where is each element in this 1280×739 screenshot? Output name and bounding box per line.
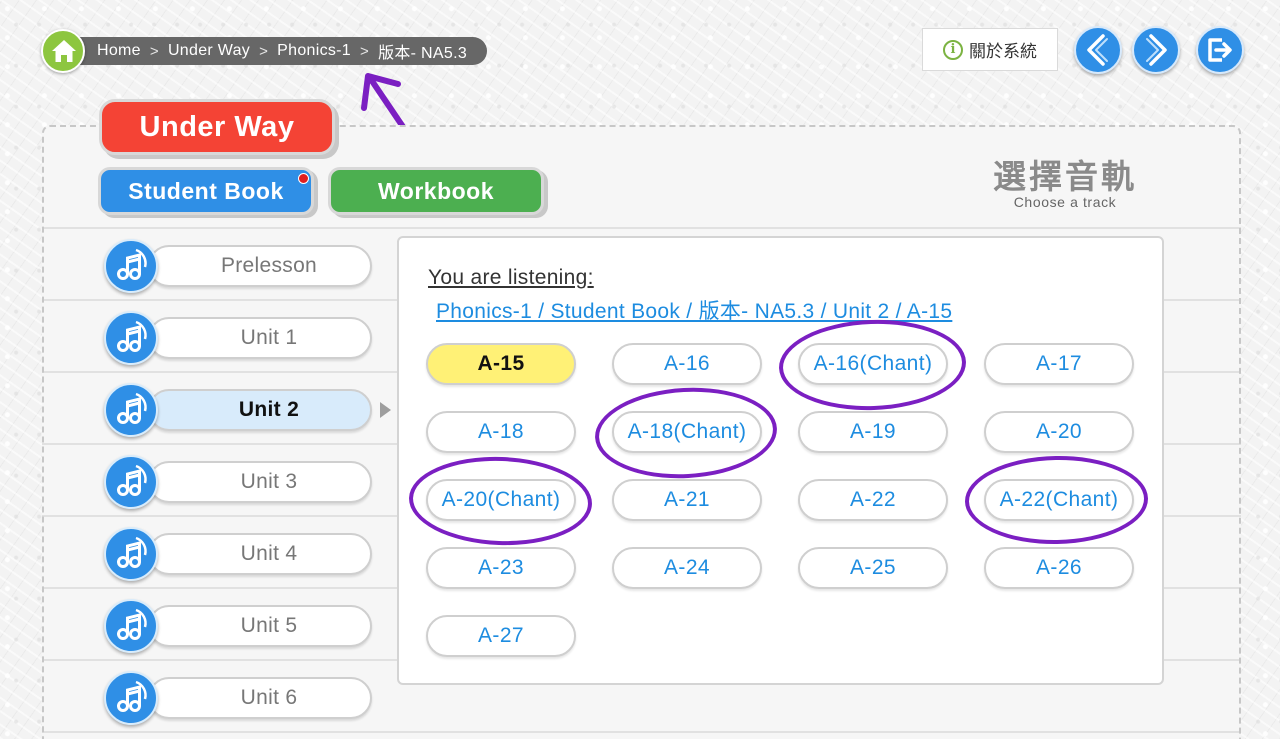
breadcrumb: Home > Under Way > Phonics-1 > 版本- NA5.3 bbox=[64, 37, 488, 65]
unit-label: Prelesson bbox=[148, 245, 372, 287]
previous-button[interactable] bbox=[1074, 26, 1122, 74]
music-note-icon bbox=[104, 311, 158, 365]
series-title: Under Way bbox=[99, 99, 335, 155]
track-button-a-16[interactable]: A-16 bbox=[612, 343, 762, 385]
unit-item-4[interactable]: Unit 4 bbox=[104, 527, 374, 581]
music-note-icon bbox=[104, 599, 158, 653]
track-button-a-16-chant[interactable]: A-16(Chant) bbox=[798, 343, 948, 385]
breadcrumb-phonics-1[interactable]: Phonics-1 bbox=[277, 42, 351, 60]
breadcrumb-separator: > bbox=[259, 42, 269, 60]
tab-label: Student Book bbox=[128, 177, 284, 204]
unit-item-prelesson[interactable]: Prelesson bbox=[104, 239, 374, 293]
notification-dot bbox=[298, 173, 309, 184]
track-button-a-24[interactable]: A-24 bbox=[612, 547, 762, 589]
about-system-button[interactable]: i 關於系統 bbox=[922, 28, 1058, 71]
breadcrumb-separator: > bbox=[360, 42, 370, 60]
tab-workbook[interactable]: Workbook bbox=[328, 167, 544, 215]
unit-item-2[interactable]: Unit 2 bbox=[104, 383, 374, 437]
track-button-a-15[interactable]: A-15 bbox=[426, 343, 576, 385]
track-button-a-17[interactable]: A-17 bbox=[984, 343, 1134, 385]
now-listening-label: You are listening: bbox=[428, 266, 594, 289]
unit-label: Unit 3 bbox=[148, 461, 372, 503]
breadcrumb-separator: > bbox=[149, 42, 159, 60]
chevron-left-icon bbox=[1087, 34, 1108, 66]
track-button-a-21[interactable]: A-21 bbox=[612, 479, 762, 521]
track-button-a-22-chant[interactable]: A-22(Chant) bbox=[984, 479, 1134, 521]
exit-icon bbox=[1208, 38, 1232, 62]
music-note-icon bbox=[104, 383, 158, 437]
music-note-icon bbox=[104, 239, 158, 293]
unit-label: Unit 5 bbox=[148, 605, 372, 647]
track-button-a-20-chant[interactable]: A-20(Chant) bbox=[426, 479, 576, 521]
unit-label: Unit 6 bbox=[148, 677, 372, 719]
about-system-label: 關於系統 bbox=[969, 42, 1037, 61]
track-button-a-22[interactable]: A-22 bbox=[798, 479, 948, 521]
breadcrumb-under-way[interactable]: Under Way bbox=[168, 42, 250, 60]
track-button-a-19[interactable]: A-19 bbox=[798, 411, 948, 453]
exit-button[interactable] bbox=[1196, 26, 1244, 74]
next-button[interactable] bbox=[1132, 26, 1180, 74]
track-button-a-23[interactable]: A-23 bbox=[426, 547, 576, 589]
unit-label: Unit 1 bbox=[148, 317, 372, 359]
breadcrumb-version[interactable]: 版本- NA5.3 bbox=[378, 39, 467, 63]
info-icon: i bbox=[943, 39, 963, 60]
chevron-right-icon bbox=[1146, 34, 1167, 66]
now-listening-path-link[interactable]: Phonics-1 / Student Book / 版本- NA5.3 / U… bbox=[436, 295, 952, 325]
track-button-a-18-chant[interactable]: A-18(Chant) bbox=[612, 411, 762, 453]
unit-item-5[interactable]: Unit 5 bbox=[104, 599, 374, 653]
tab-label: Workbook bbox=[377, 177, 495, 204]
choose-track-title: 選擇音軌 bbox=[993, 158, 1137, 195]
music-note-icon bbox=[104, 455, 158, 509]
selected-unit-indicator bbox=[380, 402, 391, 418]
track-button-a-20[interactable]: A-20 bbox=[984, 411, 1134, 453]
unit-item-6[interactable]: Unit 6 bbox=[104, 671, 374, 725]
track-button-a-18[interactable]: A-18 bbox=[426, 411, 576, 453]
home-icon bbox=[52, 40, 76, 62]
unit-label: Unit 4 bbox=[148, 533, 372, 575]
unit-item-1[interactable]: Unit 1 bbox=[104, 311, 374, 365]
track-button-a-25[interactable]: A-25 bbox=[798, 547, 948, 589]
unit-item-3[interactable]: Unit 3 bbox=[104, 455, 374, 509]
tab-student-book[interactable]: Student Book bbox=[98, 167, 314, 215]
unit-label: Unit 2 bbox=[148, 389, 372, 431]
home-button[interactable] bbox=[41, 29, 85, 73]
track-button-a-27[interactable]: A-27 bbox=[426, 615, 576, 657]
music-note-icon bbox=[104, 671, 158, 725]
choose-track-subtitle: Choose a track bbox=[1013, 194, 1117, 210]
music-note-icon bbox=[104, 527, 158, 581]
track-button-a-26[interactable]: A-26 bbox=[984, 547, 1134, 589]
breadcrumb-home[interactable]: Home bbox=[97, 42, 141, 60]
